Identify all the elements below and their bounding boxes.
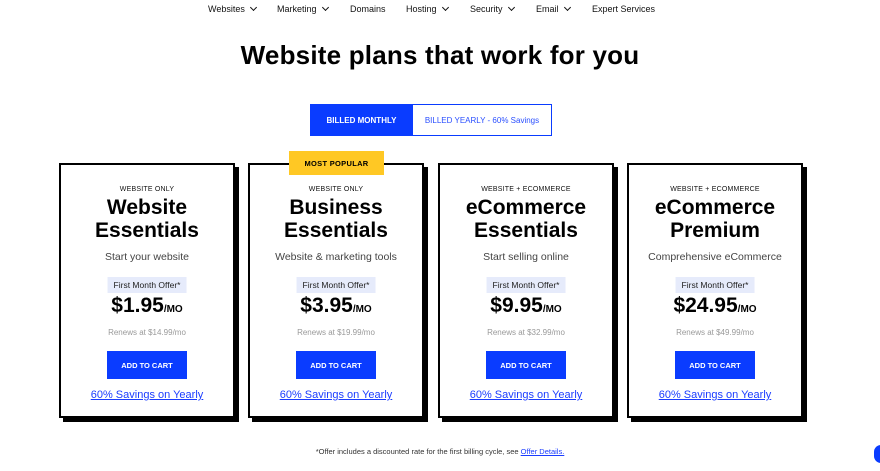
chevron-down-icon	[441, 3, 449, 12]
price-period: /MO	[163, 304, 183, 315]
yearly-savings-link[interactable]: 60% Savings on Yearly	[61, 389, 233, 401]
renewal-price: Renews at $19.99/mo	[297, 328, 375, 337]
first-month-offer-badge: First Month Offer*	[675, 277, 755, 293]
offer-footnote: *Offer includes a discounted rate for th…	[0, 447, 880, 456]
plan-tagline: Start selling online	[483, 251, 569, 263]
plan-card-ecommerce-essentials: WEBSITE + ECOMMERCE eCommerce Essentials…	[438, 163, 614, 418]
nav-websites[interactable]: Websites	[208, 3, 257, 14]
price-period: /MO	[352, 304, 372, 315]
plan-tagline: Start your website	[104, 251, 190, 263]
renewal-price: Renews at $32.99/mo	[487, 328, 565, 337]
nav-security[interactable]: Security	[470, 3, 515, 14]
plan-price: $9.95/MO	[440, 294, 612, 318]
nav-domains-label: Domains	[350, 4, 386, 14]
offer-details-link[interactable]: Offer Details.	[521, 447, 565, 456]
price-amount: $9.95	[490, 294, 543, 317]
plan-name: eCommerce Premium	[629, 196, 801, 242]
plan-card-website-essentials: WEBSITE ONLY Website Essentials Start yo…	[59, 163, 235, 418]
plan-name-line1: eCommerce	[654, 196, 776, 219]
plan-category: WEBSITE ONLY	[308, 186, 364, 193]
page-title: Website plans that work for you	[240, 40, 640, 70]
price-amount: $1.95	[111, 294, 164, 317]
plan-name: Business Essentials	[250, 196, 422, 242]
billed-monthly-tab[interactable]: BILLED MONTHLY	[310, 104, 413, 136]
nav-email[interactable]: Email	[536, 3, 571, 14]
nav-marketing[interactable]: Marketing	[277, 3, 329, 14]
nav-expert-services[interactable]: Expert Services	[592, 4, 655, 14]
price-amount: $3.95	[300, 294, 353, 317]
billed-yearly-tab[interactable]: BILLED YEARLY - 60% Savings	[413, 104, 552, 136]
first-month-offer-badge: First Month Offer*	[296, 277, 376, 293]
first-month-offer-badge: First Month Offer*	[107, 277, 187, 293]
nav-marketing-label: Marketing	[277, 4, 317, 14]
chevron-down-icon	[507, 3, 515, 12]
chevron-down-icon	[321, 3, 329, 12]
plan-price: $1.95/MO	[61, 294, 233, 318]
yearly-savings-link[interactable]: 60% Savings on Yearly	[629, 389, 801, 401]
plan-name-line2: Essentials	[95, 219, 199, 242]
chevron-down-icon	[249, 3, 257, 12]
add-to-cart-button[interactable]: ADD TO CART	[675, 351, 755, 379]
price-amount: $24.95	[673, 294, 738, 317]
plan-category: WEBSITE ONLY	[119, 186, 175, 193]
plan-card-business-essentials: WEBSITE ONLY Business Essentials Website…	[248, 163, 424, 418]
plan-tagline: Comprehensive eCommerce	[648, 251, 782, 263]
plan-name: eCommerce Essentials	[440, 196, 612, 242]
chevron-down-icon	[563, 3, 571, 12]
plan-name-line1: Website	[106, 196, 188, 219]
nav-hosting[interactable]: Hosting	[406, 3, 449, 14]
nav-domains[interactable]: Domains	[350, 4, 386, 14]
nav-websites-label: Websites	[208, 4, 245, 14]
plan-category: WEBSITE + ECOMMERCE	[481, 186, 571, 193]
add-to-cart-button[interactable]: ADD TO CART	[486, 351, 566, 379]
plan-price: $3.95/MO	[250, 294, 422, 318]
add-to-cart-button[interactable]: ADD TO CART	[107, 351, 187, 379]
plan-price: $24.95/MO	[629, 294, 801, 318]
billing-toggle: BILLED MONTHLY BILLED YEARLY - 60% Savin…	[310, 104, 552, 136]
nav-expert-services-label: Expert Services	[592, 4, 656, 14]
price-period: /MO	[542, 304, 562, 315]
plan-name-line2: Essentials	[474, 219, 578, 242]
nav-hosting-label: Hosting	[406, 4, 437, 14]
add-to-cart-button[interactable]: ADD TO CART	[296, 351, 376, 379]
plan-name-line2: Essentials	[284, 219, 388, 242]
footnote-text: *Offer includes a discounted rate for th…	[315, 447, 521, 456]
yearly-savings-link[interactable]: 60% Savings on Yearly	[440, 389, 612, 401]
nav-email-label: Email	[536, 4, 559, 14]
renewal-price: Renews at $14.99/mo	[108, 328, 186, 337]
renewal-price: Renews at $49.99/mo	[676, 328, 754, 337]
most-popular-badge: MOST POPULAR	[289, 151, 384, 175]
top-nav: Websites Marketing Domains Hosting Secur…	[0, 0, 880, 20]
plan-tagline: Website & marketing tools	[275, 251, 397, 263]
plan-name-line1: Business	[289, 196, 383, 219]
plan-category: WEBSITE + ECOMMERCE	[670, 186, 760, 193]
first-month-offer-badge: First Month Offer*	[486, 277, 566, 293]
nav-security-label: Security	[470, 4, 503, 14]
chat-widget-icon[interactable]	[874, 445, 880, 463]
plan-name-line1: eCommerce	[465, 196, 587, 219]
plan-name: Website Essentials	[61, 196, 233, 242]
yearly-savings-link[interactable]: 60% Savings on Yearly	[250, 389, 422, 401]
price-period: /MO	[737, 304, 757, 315]
plan-name-line2: Premium	[670, 219, 760, 242]
plan-card-ecommerce-premium: WEBSITE + ECOMMERCE eCommerce Premium Co…	[627, 163, 803, 418]
